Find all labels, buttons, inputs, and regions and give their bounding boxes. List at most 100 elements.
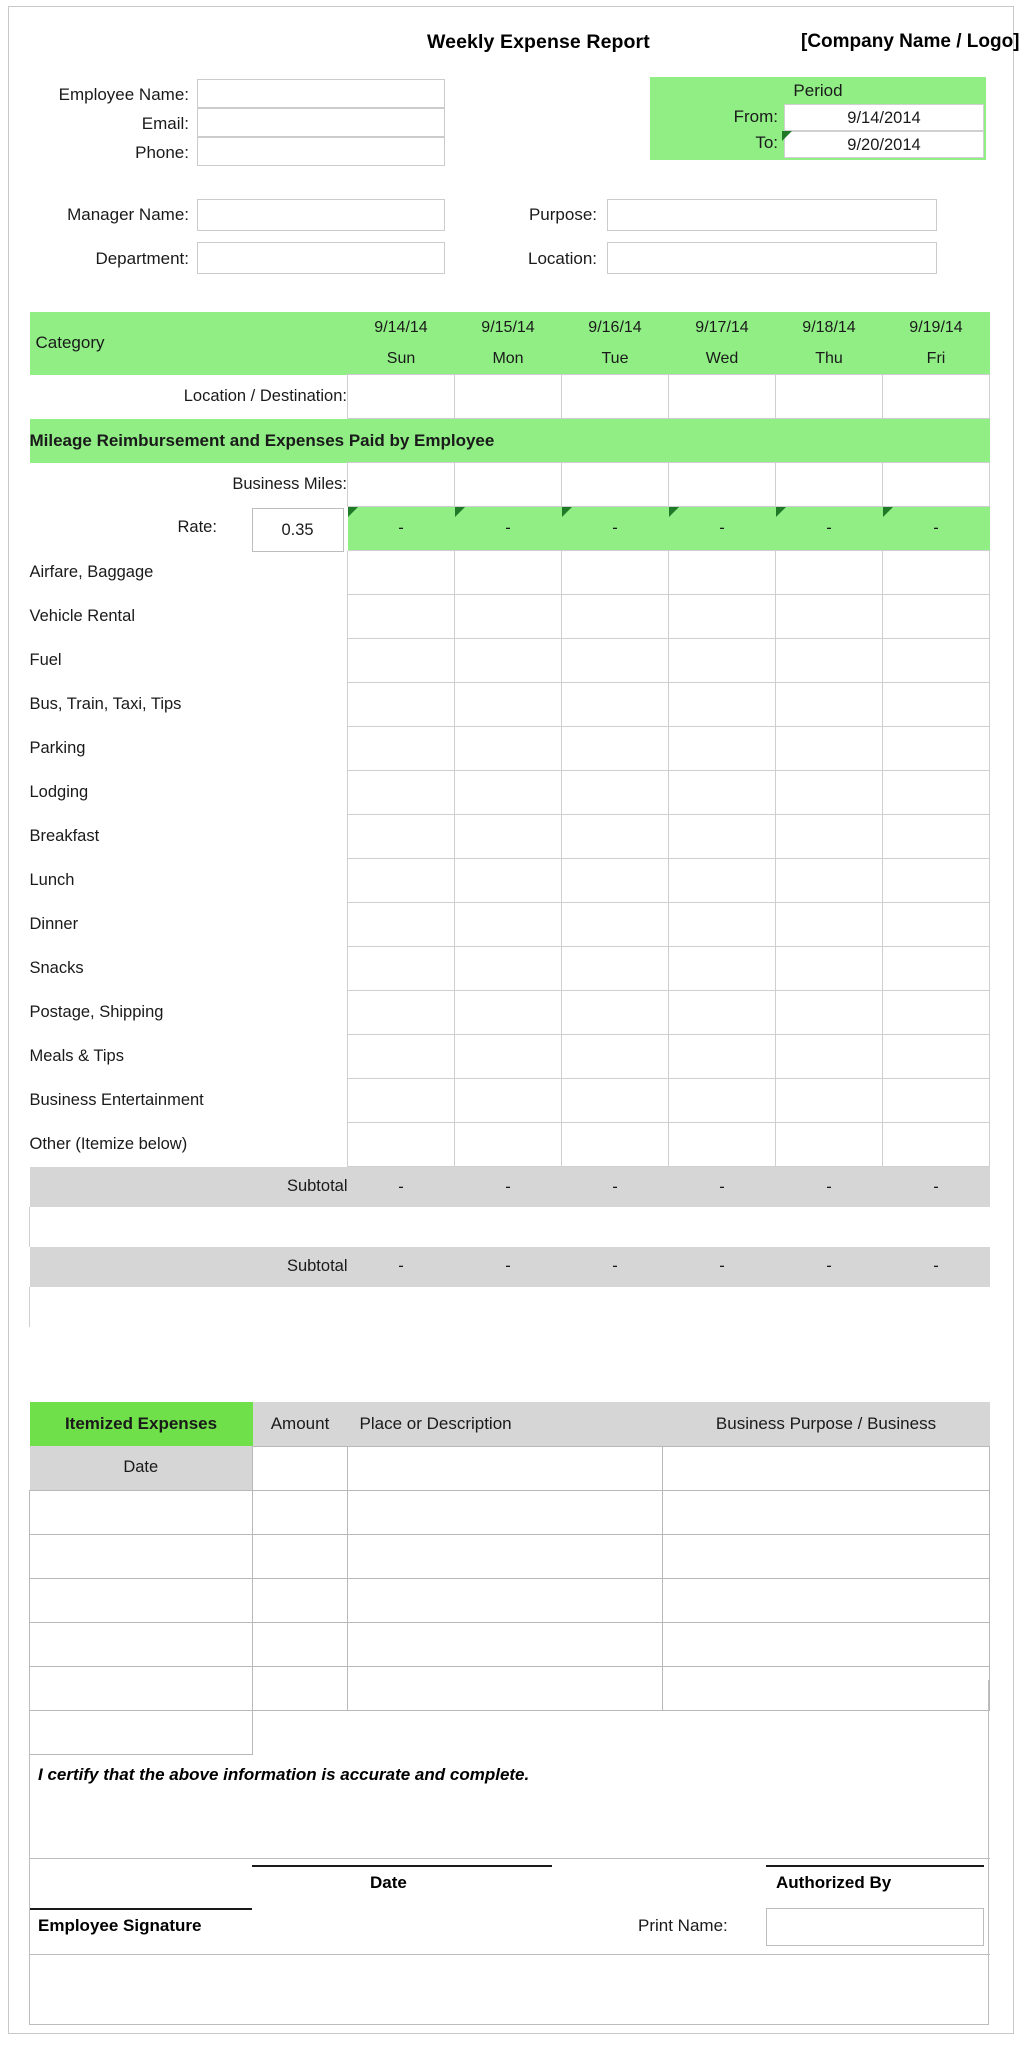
- expense-input-1-2[interactable]: [561, 594, 669, 640]
- authorized-by-line[interactable]: [766, 1865, 984, 1867]
- itemized-purpose-input-2[interactable]: [662, 1533, 990, 1579]
- itemized-purpose-input-4[interactable]: [662, 1621, 990, 1667]
- expense-input-12-5[interactable]: [882, 1078, 990, 1124]
- expense-input-11-5[interactable]: [882, 1034, 990, 1080]
- email-input[interactable]: [197, 108, 445, 137]
- expense-input-10-3[interactable]: [668, 990, 776, 1036]
- expense-input-13-5[interactable]: [882, 1122, 990, 1168]
- purpose-input[interactable]: [607, 199, 937, 231]
- expense-input-12-0[interactable]: [347, 1078, 455, 1124]
- itemized-date-input-1[interactable]: [29, 1489, 253, 1535]
- business-miles-input-1[interactable]: [454, 462, 562, 508]
- expense-input-6-2[interactable]: [561, 814, 669, 860]
- employee-signature-line[interactable]: [30, 1908, 252, 1910]
- expense-input-4-2[interactable]: [561, 726, 669, 772]
- expense-input-12-2[interactable]: [561, 1078, 669, 1124]
- expense-input-1-1[interactable]: [454, 594, 562, 640]
- expense-input-5-3[interactable]: [668, 770, 776, 816]
- expense-input-0-5[interactable]: [882, 550, 990, 596]
- expense-input-1-0[interactable]: [347, 594, 455, 640]
- expense-input-2-5[interactable]: [882, 638, 990, 684]
- expense-input-7-3[interactable]: [668, 858, 776, 904]
- expense-input-2-0[interactable]: [347, 638, 455, 684]
- expense-input-5-2[interactable]: [561, 770, 669, 816]
- location-destination-input-3[interactable]: [668, 374, 776, 420]
- expense-input-5-5[interactable]: [882, 770, 990, 816]
- expense-input-10-2[interactable]: [561, 990, 669, 1036]
- itemized-amount-input-0[interactable]: [252, 1445, 348, 1491]
- expense-input-9-4[interactable]: [775, 946, 883, 992]
- expense-input-7-4[interactable]: [775, 858, 883, 904]
- expense-input-8-2[interactable]: [561, 902, 669, 948]
- date-signature-line[interactable]: [252, 1865, 552, 1867]
- expense-input-5-4[interactable]: [775, 770, 883, 816]
- expense-input-4-1[interactable]: [454, 726, 562, 772]
- period-to-value[interactable]: 9/20/2014: [784, 131, 984, 158]
- expense-input-0-2[interactable]: [561, 550, 669, 596]
- expense-input-4-3[interactable]: [668, 726, 776, 772]
- period-from-value[interactable]: 9/14/2014: [784, 104, 984, 131]
- expense-input-6-0[interactable]: [347, 814, 455, 860]
- expense-input-6-3[interactable]: [668, 814, 776, 860]
- expense-input-1-5[interactable]: [882, 594, 990, 640]
- expense-input-2-3[interactable]: [668, 638, 776, 684]
- expense-input-10-0[interactable]: [347, 990, 455, 1036]
- expense-input-8-4[interactable]: [775, 902, 883, 948]
- expense-input-12-3[interactable]: [668, 1078, 776, 1124]
- expense-input-0-0[interactable]: [347, 550, 455, 596]
- expense-input-8-5[interactable]: [882, 902, 990, 948]
- phone-input[interactable]: [197, 137, 445, 166]
- itemized-place-input-1[interactable]: [347, 1489, 663, 1535]
- expense-input-13-4[interactable]: [775, 1122, 883, 1168]
- expense-input-9-1[interactable]: [454, 946, 562, 992]
- expense-input-6-1[interactable]: [454, 814, 562, 860]
- expense-input-9-5[interactable]: [882, 946, 990, 992]
- expense-input-0-4[interactable]: [775, 550, 883, 596]
- expense-input-3-5[interactable]: [882, 682, 990, 728]
- expense-input-13-2[interactable]: [561, 1122, 669, 1168]
- expense-input-4-0[interactable]: [347, 726, 455, 772]
- expense-input-7-1[interactable]: [454, 858, 562, 904]
- itemized-purpose-input-0[interactable]: [662, 1445, 990, 1491]
- itemized-place-input-3[interactable]: [347, 1577, 663, 1623]
- itemized-place-input-4[interactable]: [347, 1621, 663, 1667]
- business-miles-input-4[interactable]: [775, 462, 883, 508]
- location-destination-input-0[interactable]: [347, 374, 455, 420]
- expense-input-3-2[interactable]: [561, 682, 669, 728]
- business-miles-input-2[interactable]: [561, 462, 669, 508]
- expense-input-11-4[interactable]: [775, 1034, 883, 1080]
- expense-input-11-1[interactable]: [454, 1034, 562, 1080]
- expense-input-10-5[interactable]: [882, 990, 990, 1036]
- itemized-purpose-input-3[interactable]: [662, 1577, 990, 1623]
- expense-input-10-1[interactable]: [454, 990, 562, 1036]
- department-input[interactable]: [197, 242, 445, 274]
- location-destination-input-5[interactable]: [882, 374, 990, 420]
- expense-input-8-3[interactable]: [668, 902, 776, 948]
- business-miles-input-5[interactable]: [882, 462, 990, 508]
- expense-input-2-1[interactable]: [454, 638, 562, 684]
- itemized-date-input-3[interactable]: [29, 1577, 253, 1623]
- expense-input-0-1[interactable]: [454, 550, 562, 596]
- expense-input-7-2[interactable]: [561, 858, 669, 904]
- print-name-input[interactable]: [766, 1908, 984, 1946]
- expense-input-3-4[interactable]: [775, 682, 883, 728]
- expense-input-6-5[interactable]: [882, 814, 990, 860]
- expense-input-7-5[interactable]: [882, 858, 990, 904]
- itemized-amount-input-1[interactable]: [252, 1489, 348, 1535]
- expense-input-2-4[interactable]: [775, 638, 883, 684]
- expense-input-3-0[interactable]: [347, 682, 455, 728]
- expense-input-9-2[interactable]: [561, 946, 669, 992]
- expense-input-9-3[interactable]: [668, 946, 776, 992]
- expense-input-13-3[interactable]: [668, 1122, 776, 1168]
- expense-input-11-3[interactable]: [668, 1034, 776, 1080]
- expense-input-11-2[interactable]: [561, 1034, 669, 1080]
- expense-input-11-0[interactable]: [347, 1034, 455, 1080]
- location-destination-input-1[interactable]: [454, 374, 562, 420]
- expense-input-6-4[interactable]: [775, 814, 883, 860]
- expense-input-10-4[interactable]: [775, 990, 883, 1036]
- expense-input-5-1[interactable]: [454, 770, 562, 816]
- expense-input-8-0[interactable]: [347, 902, 455, 948]
- expense-input-9-0[interactable]: [347, 946, 455, 992]
- itemized-purpose-input-1[interactable]: [662, 1489, 990, 1535]
- expense-input-12-1[interactable]: [454, 1078, 562, 1124]
